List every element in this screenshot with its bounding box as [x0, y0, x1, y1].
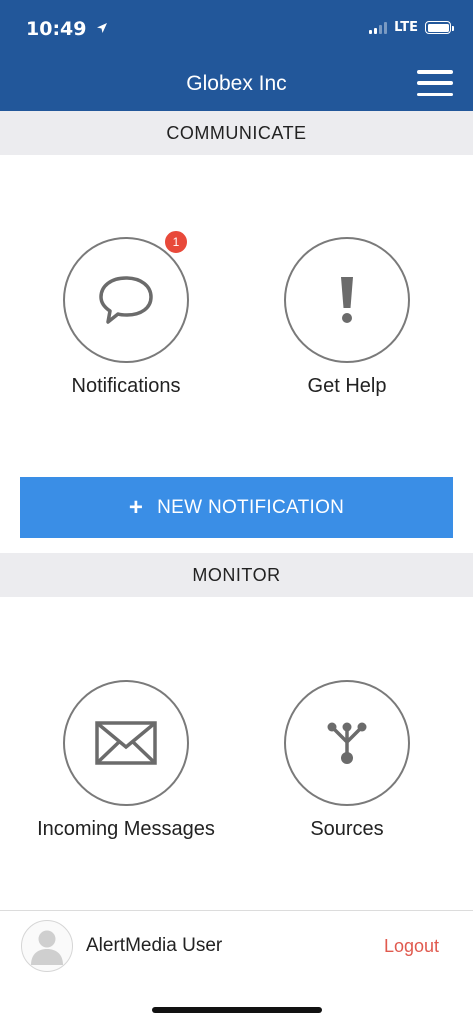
- top-bar: 10:49 LTE Globex Inc: [0, 0, 473, 111]
- status-indicators: LTE: [369, 20, 454, 35]
- tile-notifications[interactable]: 1 Notifications: [36, 229, 216, 398]
- user-silhouette-icon: [31, 930, 63, 965]
- tile-label-notifications: Notifications: [71, 375, 181, 397]
- tile-incoming-messages[interactable]: Incoming Messages: [36, 680, 216, 841]
- sources-icon: [327, 722, 367, 764]
- signal-icon: [369, 21, 388, 34]
- battery-icon: [425, 21, 454, 34]
- section-header-communicate: COMMUNICATE: [0, 111, 473, 155]
- page-title: Globex Inc: [186, 72, 287, 95]
- avatar[interactable]: [21, 920, 73, 972]
- status-time: 10:49: [26, 18, 108, 40]
- speech-bubble-icon: [99, 276, 153, 324]
- location-arrow-icon: [97, 23, 108, 33]
- notifications-circle: 1: [63, 229, 189, 363]
- tile-get-help[interactable]: Get Help: [257, 237, 437, 398]
- notification-badge: 1: [163, 229, 189, 255]
- new-notification-button[interactable]: + NEW NOTIFICATION: [20, 477, 453, 538]
- section-header-monitor: MONITOR: [0, 553, 473, 597]
- tile-label-incoming-messages: Incoming Messages: [37, 818, 215, 840]
- hamburger-menu-icon[interactable]: [417, 70, 453, 96]
- tile-label-sources: Sources: [310, 818, 384, 840]
- tile-sources[interactable]: Sources: [257, 680, 437, 841]
- plus-icon: +: [128, 493, 144, 521]
- sources-circle: [284, 680, 410, 806]
- user-name: AlertMedia User: [86, 935, 223, 956]
- exclamation-icon: [341, 277, 353, 323]
- user-footer: AlertMedia User Logout: [0, 910, 473, 980]
- network-type: LTE: [394, 20, 418, 35]
- new-notification-label: NEW NOTIFICATION: [157, 496, 345, 518]
- incoming-messages-circle: [63, 680, 189, 806]
- get-help-circle: [284, 237, 410, 363]
- logout-link[interactable]: Logout: [384, 936, 439, 957]
- tile-label-get-help: Get Help: [307, 375, 387, 397]
- home-indicator[interactable]: [152, 1007, 322, 1013]
- envelope-icon: [95, 721, 157, 765]
- status-time-text: 10:49: [26, 18, 87, 40]
